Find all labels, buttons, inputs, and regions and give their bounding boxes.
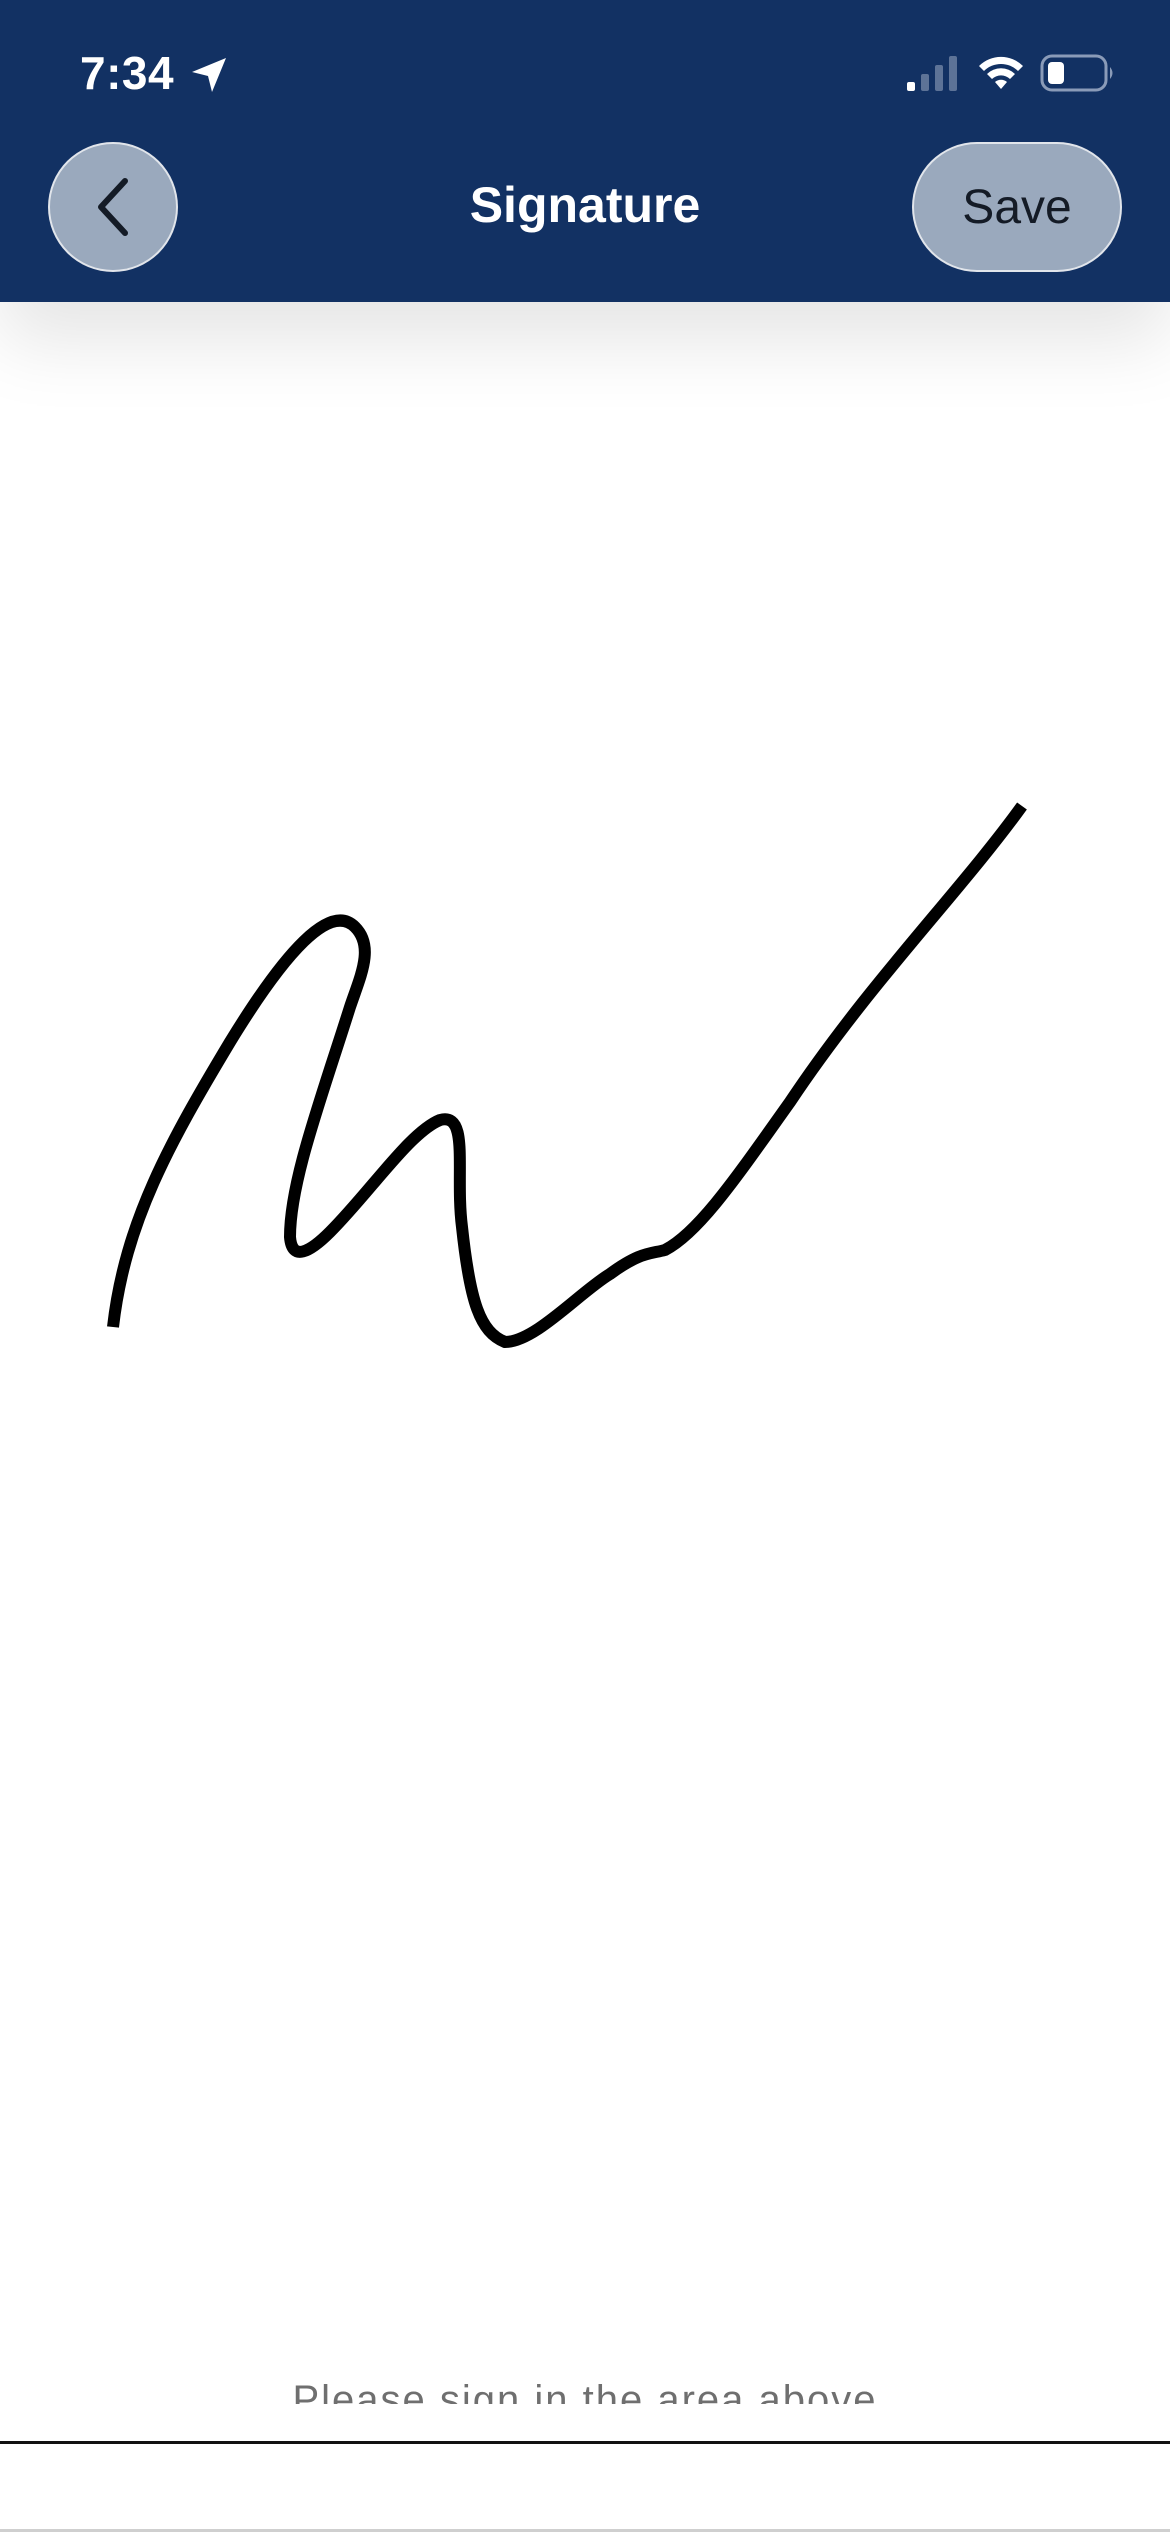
navigation-header: 7:34 Signature Save — [0, 0, 1170, 302]
status-time: 7:34 — [80, 47, 175, 99]
signature-screen: 7:34 Signature Save Please sign in the a… — [0, 0, 1170, 2532]
wifi-icon — [979, 56, 1023, 89]
status-bar: 7:34 — [0, 0, 1170, 140]
signature-baseline — [0, 2441, 1170, 2444]
signature-drawing — [107, 802, 1027, 1348]
signature-stroke — [107, 802, 1027, 1348]
location-arrow-icon — [192, 58, 226, 92]
signature-hint: Please sign in the area above — [292, 2378, 878, 2404]
battery-icon — [1040, 54, 1113, 92]
save-button[interactable]: Save — [912, 142, 1122, 272]
signature-canvas[interactable] — [0, 302, 1170, 2442]
cellular-signal-icon — [907, 56, 957, 91]
